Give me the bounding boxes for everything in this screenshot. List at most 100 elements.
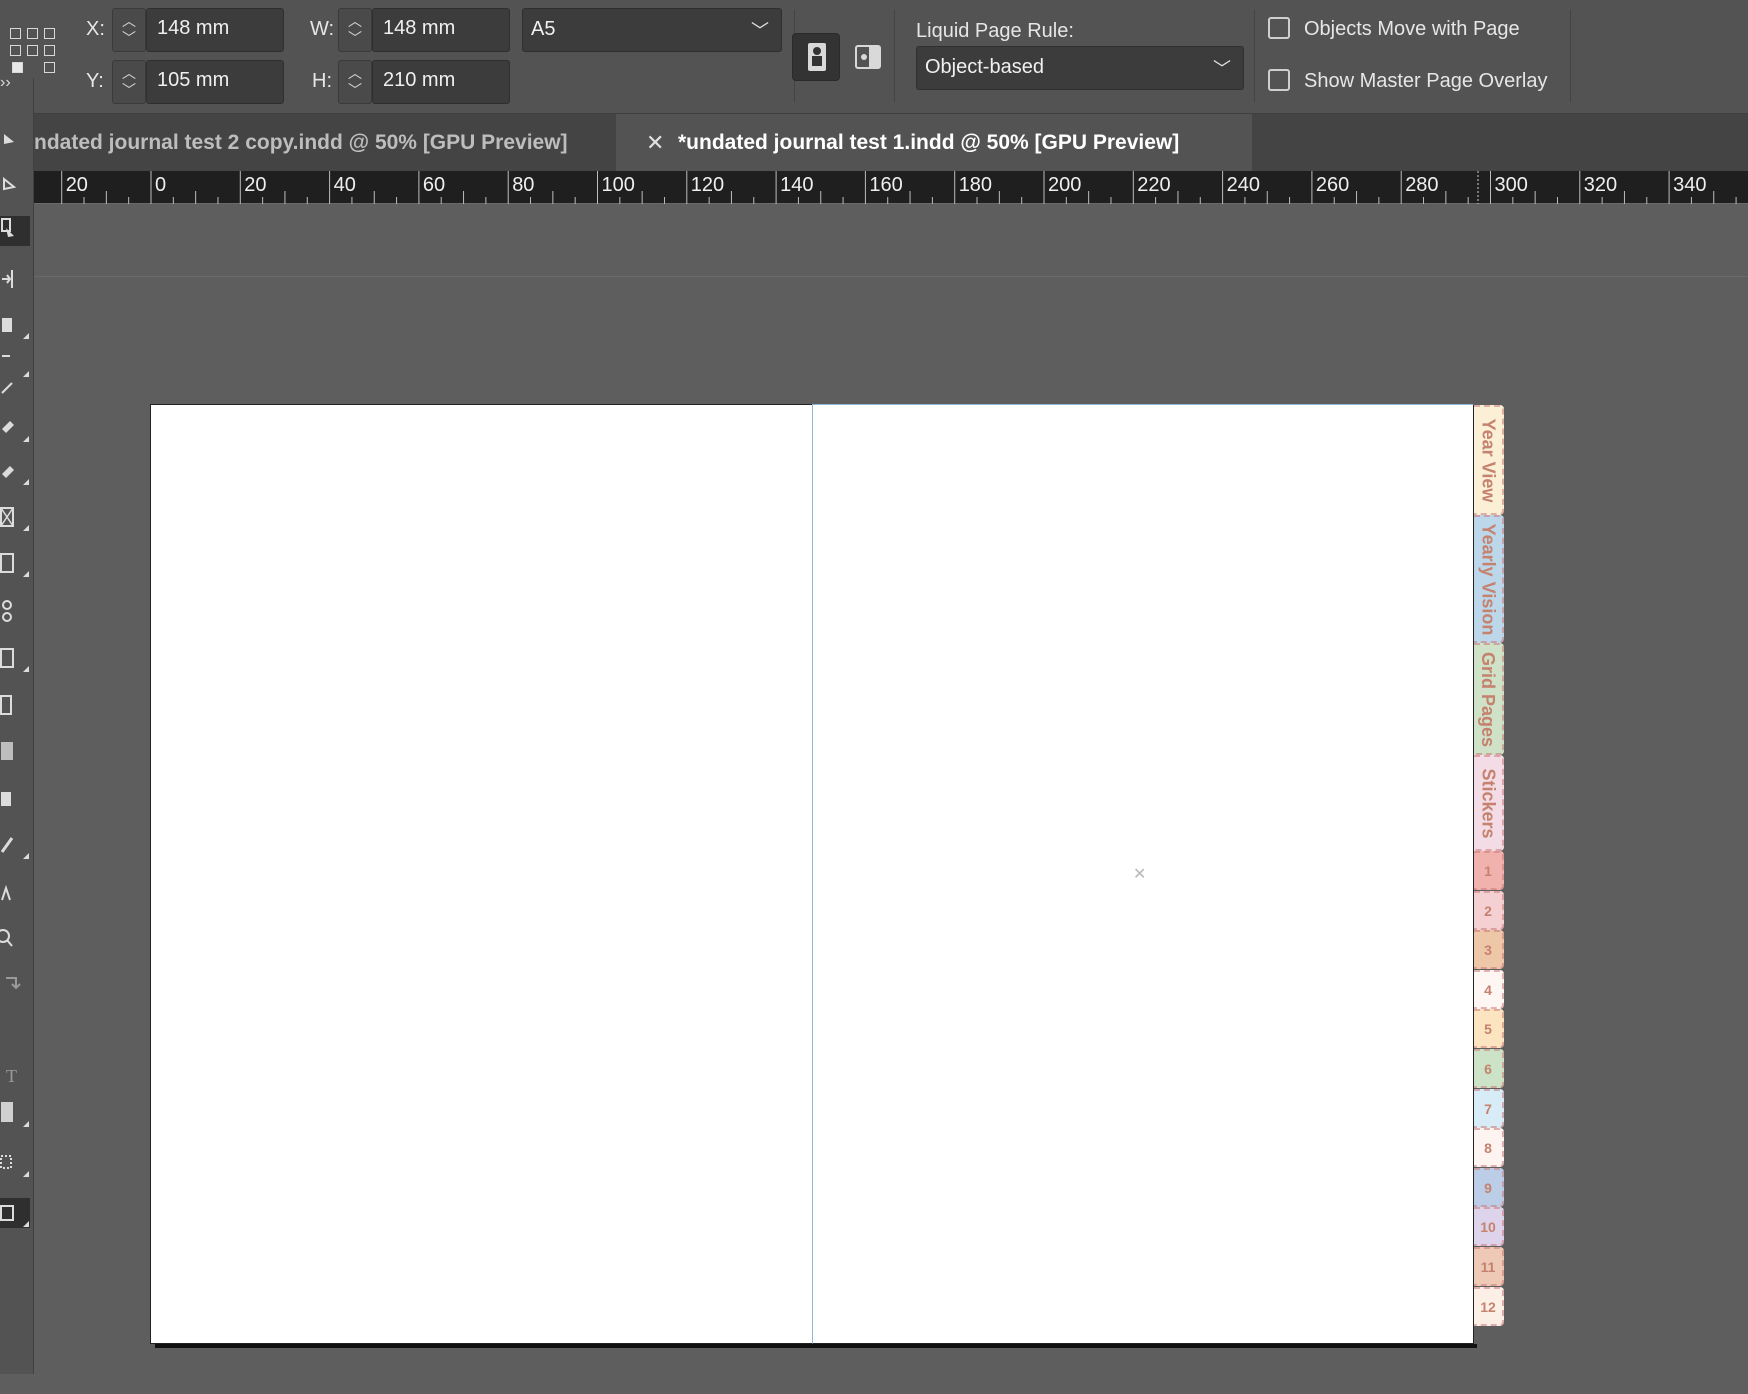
hand-tool-icon[interactable]	[0, 878, 30, 908]
ruler-label: 0	[155, 174, 166, 196]
left-page[interactable]	[150, 404, 812, 1344]
liquid-page-rule-dropdown[interactable]: Object-based ﹀	[916, 46, 1244, 90]
fill-swatch-icon[interactable]	[0, 1098, 30, 1128]
y-field[interactable]: 105 mm	[146, 60, 284, 104]
x-field[interactable]: 148 mm	[146, 8, 284, 52]
landscape-orientation-button[interactable]	[844, 33, 892, 81]
free-transform-tool-icon[interactable]	[0, 643, 30, 673]
scissors-tool-icon[interactable]	[0, 596, 30, 626]
ruler-label: 140	[780, 174, 813, 196]
month-tab-6: 6	[1474, 1049, 1504, 1088]
side-tab-label: Stickers	[1478, 767, 1499, 839]
tab-journal-test-1[interactable]: ✕ *undated journal test 1.indd @ 50% [GP…	[616, 114, 1252, 171]
screen-mode-icon[interactable]	[0, 1198, 30, 1228]
formatting-affects-text-icon[interactable]: T	[0, 1060, 30, 1090]
tab-label: *undated journal test 1.indd @ 50% [GPU …	[678, 131, 1180, 154]
note-tool-icon[interactable]	[0, 786, 30, 816]
rectangle-frame-tool-icon[interactable]	[0, 502, 30, 532]
x-label: X:	[86, 18, 105, 40]
chevron-down-icon: ﹀	[1213, 59, 1231, 79]
month-tab-2: 2	[1474, 890, 1504, 930]
pasteboard-divider	[34, 276, 1748, 277]
page-size-dropdown[interactable]: A5 ﹀	[522, 8, 782, 52]
document-tab-bar: ndated journal test 2 copy.indd @ 50% [G…	[34, 114, 1748, 171]
svg-text:T: T	[6, 1066, 17, 1086]
side-tab-grid-pages: Grid Pages	[1474, 643, 1504, 755]
show-master-overlay-checkbox[interactable]	[1268, 69, 1290, 91]
month-tab-7: 7	[1474, 1088, 1504, 1128]
swap-fill-stroke-icon[interactable]	[0, 968, 30, 998]
month-tab-8: 8	[1474, 1128, 1504, 1168]
y-label: Y:	[86, 70, 104, 92]
page-size-value: A5	[531, 18, 556, 40]
ruler-label: 100	[602, 174, 635, 196]
side-tab-year-view: Year View	[1474, 405, 1504, 515]
side-tab-label: Grid Pages	[1478, 651, 1499, 747]
ruler-ticks: 20 0 20 40 60 80 100 120 140 160 180 200 220 240 260 28…	[61, 171, 1737, 204]
x-stepper[interactable]: ︿ ﹀	[112, 8, 146, 52]
tools-panel: ›› T	[0, 74, 34, 1374]
spread-shadow	[155, 1344, 1477, 1348]
month-tab-12: 12	[1474, 1286, 1504, 1326]
ruler-label: 260	[1316, 174, 1349, 196]
show-master-overlay-label: Show Master Page Overlay	[1304, 70, 1548, 92]
objects-move-label: Objects Move with Page	[1304, 18, 1520, 40]
side-tab-stickers: Stickers	[1474, 755, 1504, 851]
h-field[interactable]: 210 mm	[372, 60, 510, 104]
content-collector-tool-icon[interactable]	[0, 310, 30, 340]
w-stepper[interactable]: ︿ ﹀	[338, 8, 372, 52]
rectangle-tool-icon[interactable]	[0, 548, 30, 578]
control-panel: X: ︿ ﹀ 148 mm Y: ︿ ﹀ 105 mm W: ︿ ﹀ 148 mm H…	[0, 0, 1748, 114]
ruler-label: 240	[1227, 174, 1260, 196]
objects-move-checkbox[interactable]	[1268, 17, 1290, 39]
side-tab-yearly-vision: Yearly Vision	[1474, 515, 1504, 643]
month-tab-4: 4	[1474, 969, 1504, 1009]
ruler-label: 220	[1137, 174, 1170, 196]
collapse-panel-icon[interactable]: ››	[0, 68, 30, 98]
close-icon[interactable]: ✕	[646, 114, 664, 171]
ruler-label: 120	[691, 174, 724, 196]
zoom-tool-icon[interactable]	[0, 924, 30, 954]
month-tab-3: 3	[1474, 930, 1504, 970]
month-tab-11: 11	[1474, 1247, 1504, 1286]
view-mode-icon[interactable]	[0, 1148, 30, 1178]
ruler-label: 20	[244, 174, 266, 196]
horizontal-ruler[interactable]: 20 0 20 40 60 80 100 120 140 160 180 200 220 240 260 28…	[34, 171, 1748, 204]
ruler-label: 20	[66, 174, 88, 196]
line-tool-icon[interactable]	[0, 373, 30, 403]
ruler-label: 80	[512, 174, 534, 196]
ruler-label: 180	[959, 174, 992, 196]
ruler-label: 60	[423, 174, 445, 196]
tab-journal-test-2[interactable]: ndated journal test 2 copy.indd @ 50% [G…	[34, 114, 614, 171]
y-stepper[interactable]: ︿ ﹀	[112, 60, 146, 104]
ruler-label: 340	[1673, 174, 1706, 196]
ruler-label: 280	[1405, 174, 1438, 196]
gradient-swatch-tool-icon[interactable]	[0, 690, 30, 720]
selection-tool-icon[interactable]	[0, 128, 30, 158]
w-field[interactable]: 148 mm	[372, 8, 510, 52]
side-tab-label: Year View	[1478, 418, 1499, 502]
tab-label: ndated journal test 2 copy.indd @ 50% [G…	[34, 131, 568, 154]
liquid-page-rule-label: Liquid Page Rule:	[916, 20, 1074, 42]
gap-tool-icon[interactable]	[0, 264, 30, 294]
center-point-icon: ✕	[1133, 866, 1147, 883]
chevron-down-icon: ﹀	[751, 21, 769, 41]
ruler-label: 160	[869, 174, 902, 196]
month-tab-1: 1	[1474, 851, 1504, 890]
page-tool-icon[interactable]	[0, 216, 30, 246]
ruler-label: 320	[1584, 174, 1617, 196]
gradient-feather-tool-icon[interactable]	[0, 736, 30, 766]
ruler-label: 40	[334, 174, 356, 196]
month-tab-10: 10	[1474, 1207, 1504, 1247]
eyedropper-tool-icon[interactable]	[0, 830, 30, 860]
pen-tool-icon[interactable]	[0, 413, 30, 443]
portrait-orientation-button[interactable]	[792, 33, 840, 81]
ruler-label: 300	[1495, 174, 1528, 196]
month-tab-9: 9	[1474, 1167, 1504, 1207]
side-tab-label: Yearly Vision	[1478, 523, 1499, 635]
h-stepper[interactable]: ︿ ﹀	[338, 60, 372, 104]
pencil-tool-icon[interactable]	[0, 456, 30, 486]
direct-selection-tool-icon[interactable]	[0, 173, 30, 203]
w-label: W:	[310, 18, 335, 40]
h-label: H:	[312, 70, 332, 92]
